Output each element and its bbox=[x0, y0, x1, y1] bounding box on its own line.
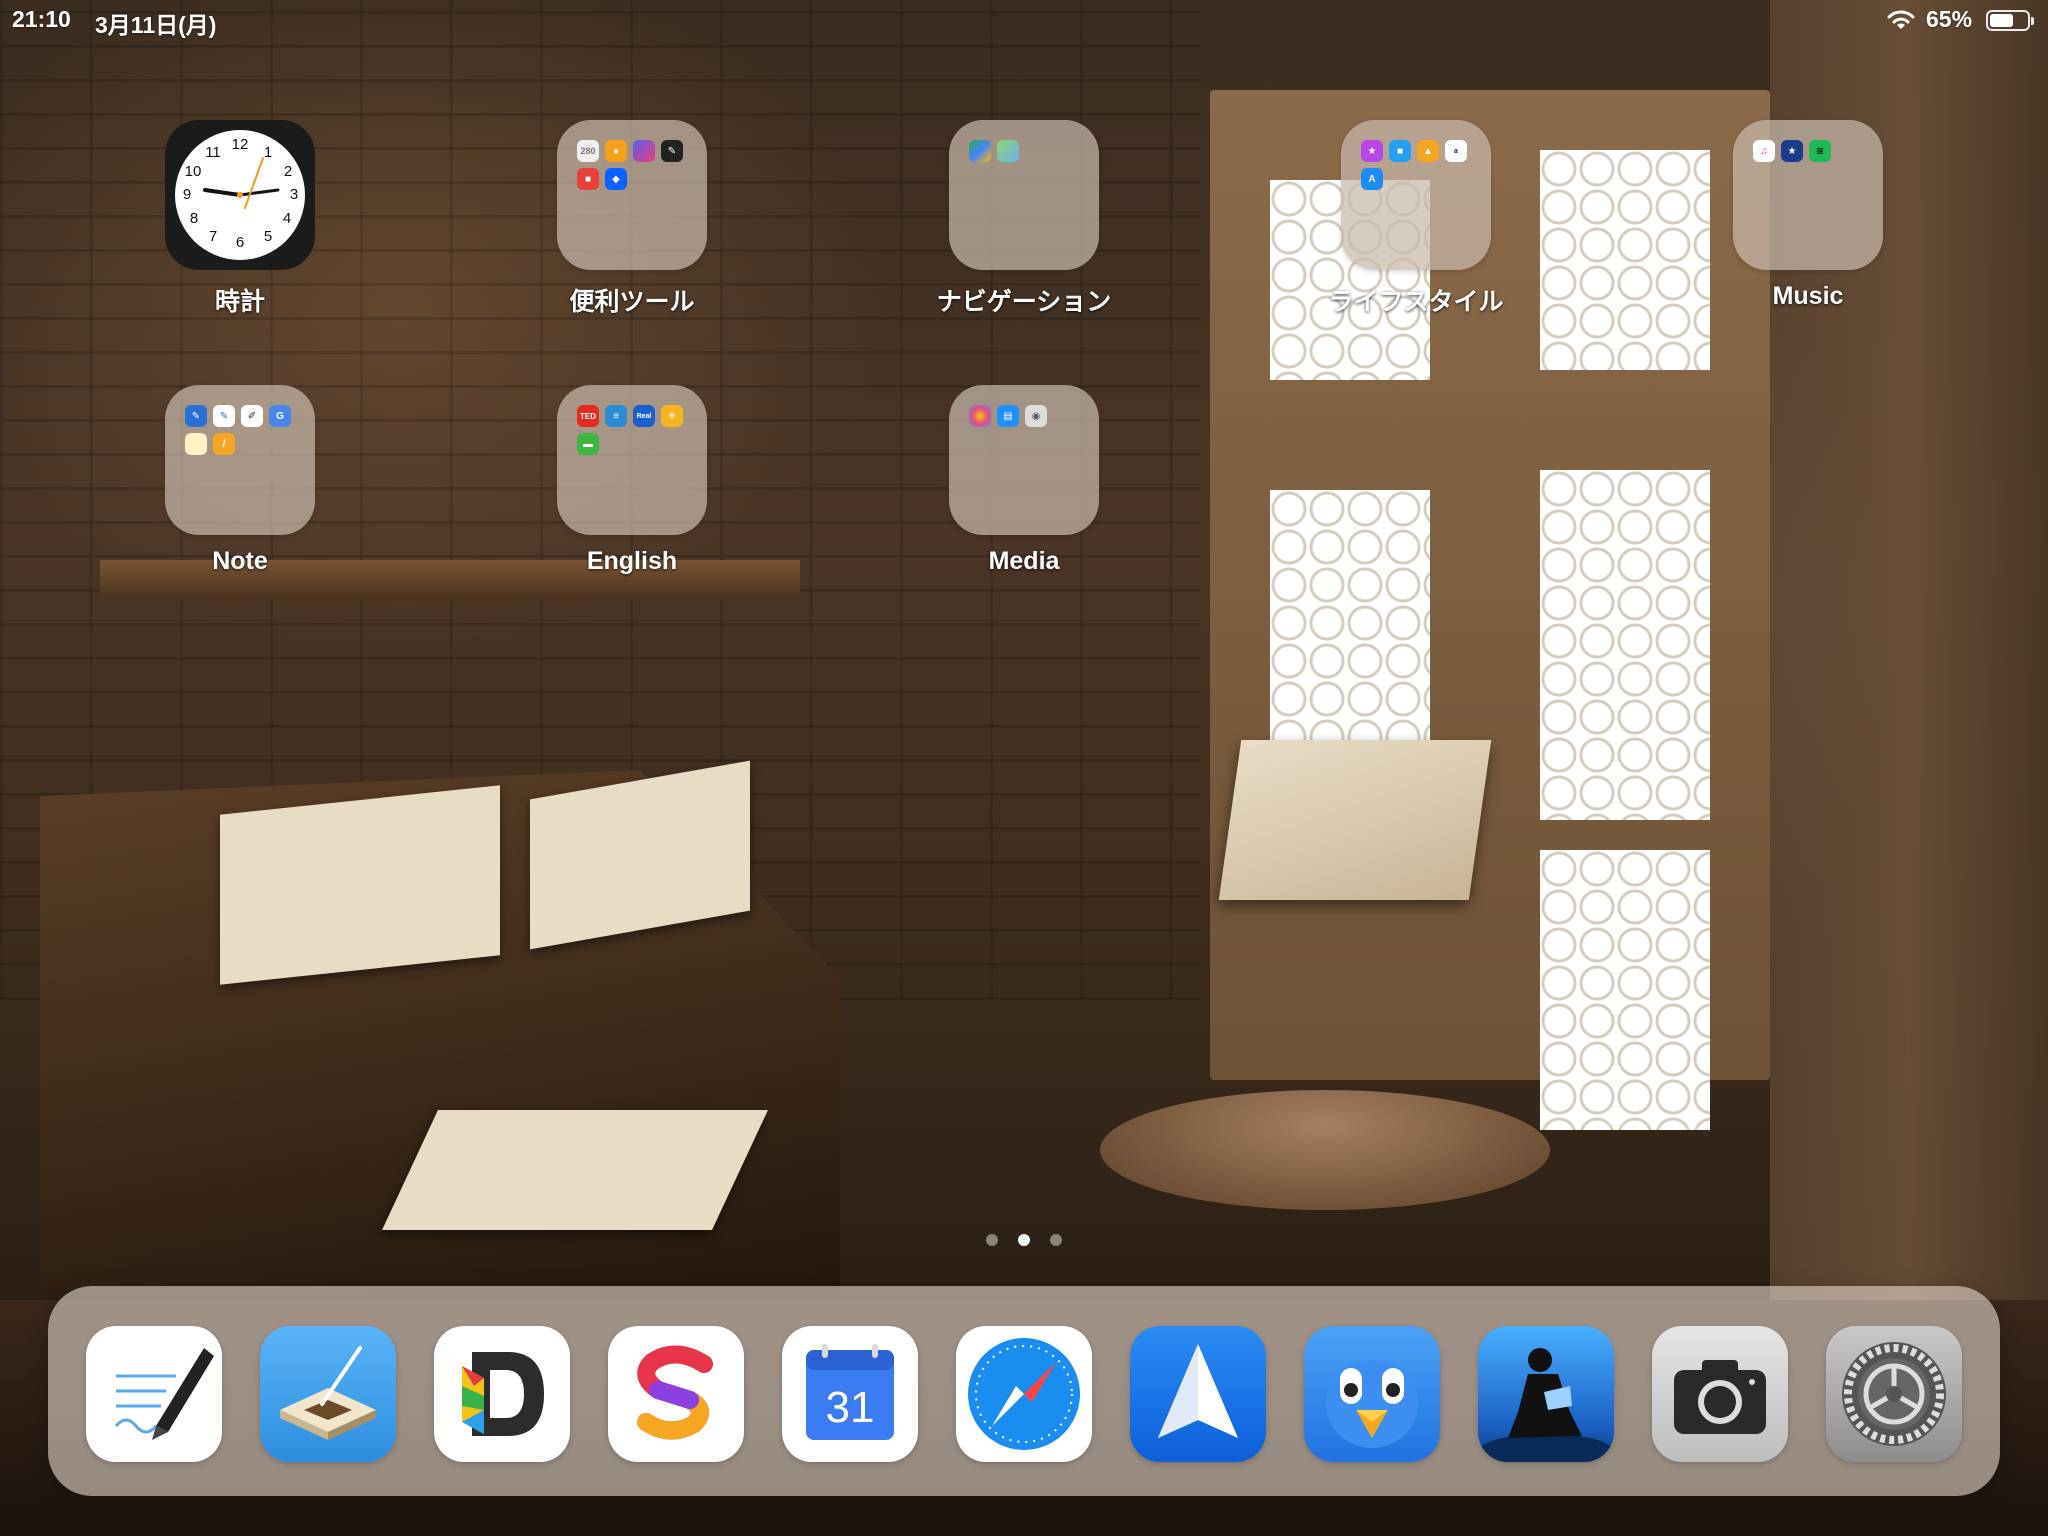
mini-app-green-icon: ▬ bbox=[577, 433, 599, 455]
page-dot-active[interactable] bbox=[1018, 1234, 1030, 1246]
mini-app-music-icon: ♫ bbox=[1753, 140, 1775, 162]
battery-percent: 65% bbox=[1926, 6, 1973, 32]
clock-icon[interactable]: 12 1 2 3 4 5 6 7 8 9 10 11 bbox=[165, 120, 315, 270]
mini-app-compass-icon: ✎ bbox=[661, 140, 683, 162]
app-label: Music bbox=[1772, 282, 1844, 310]
mini-app-google-maps-icon bbox=[969, 140, 991, 162]
status-bar: 21:10 3月11日(月) 65% bbox=[0, 0, 2048, 40]
folder-icon[interactable]: ★ ■ ▲ a A bbox=[1341, 120, 1491, 270]
window-pane bbox=[1540, 150, 1710, 370]
mini-app-star-icon: ★ bbox=[1781, 140, 1803, 162]
calendar-icon[interactable]: 31 bbox=[782, 1326, 918, 1462]
folder-note[interactable]: ✎ ✎ ✐ G / Note bbox=[140, 385, 340, 576]
page-indicator[interactable] bbox=[0, 1234, 2048, 1246]
status-date: 3月11日(月) bbox=[95, 12, 217, 38]
mini-app-280-icon: 280 bbox=[577, 140, 599, 162]
mini-app-app-store-icon: A bbox=[1361, 168, 1383, 190]
app-label: English bbox=[586, 547, 678, 575]
app-label: Media bbox=[988, 547, 1060, 575]
clock-face: 12 1 2 3 4 5 6 7 8 9 10 11 bbox=[175, 130, 305, 260]
folder-lifestyle[interactable]: ★ ■ ▲ a A ライフスタイル bbox=[1316, 120, 1516, 318]
mini-app-dropbox-icon: ◆ bbox=[605, 168, 627, 190]
page-dot[interactable] bbox=[1050, 1234, 1062, 1246]
wallpaper-open-book bbox=[220, 785, 500, 985]
page-dot[interactable] bbox=[986, 1234, 998, 1246]
app-clock[interactable]: 12 1 2 3 4 5 6 7 8 9 10 11 時計 bbox=[140, 120, 340, 318]
folder-media[interactable]: ▤ ◉ Media bbox=[924, 385, 1124, 576]
mini-app-red-icon: ■ bbox=[577, 168, 599, 190]
tweetbot-bird-icon[interactable] bbox=[1304, 1326, 1440, 1462]
wifi-icon bbox=[1887, 10, 1915, 29]
kindle-reader-icon[interactable] bbox=[1478, 1326, 1614, 1462]
window-pane bbox=[1540, 470, 1710, 820]
battery-tip bbox=[2031, 17, 2034, 25]
calendar-day-number: 31 bbox=[826, 1383, 875, 1432]
window-pane bbox=[1540, 850, 1710, 1130]
app-label: ライフスタイル bbox=[1328, 288, 1504, 316]
mini-app-shortcuts-icon bbox=[633, 140, 655, 162]
app-label: ナビゲーション bbox=[936, 288, 1112, 316]
mini-app-camera-icon: ◉ bbox=[1025, 405, 1047, 427]
clock-hands bbox=[203, 157, 280, 209]
mini-app-notes-icon bbox=[185, 433, 207, 455]
folder-icon[interactable] bbox=[949, 120, 1099, 270]
pen-notes-icon[interactable] bbox=[86, 1326, 222, 1462]
folder-music[interactable]: ♫ ★ ≋ Music bbox=[1708, 120, 1908, 311]
s-letter-app-icon[interactable] bbox=[608, 1326, 744, 1462]
folder-benri-tools[interactable]: 280 ● ✎ ■ ◆ 便利ツール bbox=[532, 120, 732, 318]
mini-app-maps-icon bbox=[997, 140, 1019, 162]
mini-app-amazon-icon: a bbox=[1445, 140, 1467, 162]
folder-icon[interactable]: ▤ ◉ bbox=[949, 385, 1099, 535]
folder-icon[interactable]: TED ≡ Real ☀ ▬ bbox=[557, 385, 707, 535]
wallpaper-lectern bbox=[1218, 740, 1492, 900]
mini-app-ted-icon: TED bbox=[577, 405, 599, 427]
spark-mail-icon[interactable] bbox=[1130, 1326, 1266, 1462]
folder-english[interactable]: TED ≡ Real ☀ ▬ English bbox=[532, 385, 732, 576]
folder-icon[interactable]: 280 ● ✎ ■ ◆ bbox=[557, 120, 707, 270]
mini-app-clips-icon: ▤ bbox=[997, 405, 1019, 427]
mini-app-real-icon: Real bbox=[633, 405, 655, 427]
wallpaper-open-book bbox=[382, 1110, 768, 1230]
mini-app-pen-icon: ✎ bbox=[185, 405, 207, 427]
mini-app-blue-icon: ■ bbox=[1389, 140, 1411, 162]
app-label: Note bbox=[212, 547, 268, 575]
folder-icon[interactable]: ✎ ✎ ✐ G / bbox=[165, 385, 315, 535]
documents-d-icon[interactable] bbox=[434, 1326, 570, 1462]
mini-app-orange-note-icon: / bbox=[213, 433, 235, 455]
mini-app-photos-icon bbox=[969, 405, 991, 427]
camera-icon[interactable] bbox=[1652, 1326, 1788, 1462]
mini-app-translate-icon: G bbox=[269, 405, 291, 427]
status-time: 21:10 bbox=[12, 6, 71, 32]
app-label: 便利ツール bbox=[569, 288, 695, 316]
mini-app-note-icon: ✎ bbox=[213, 405, 235, 427]
folder-navigation[interactable]: ナビゲーション bbox=[924, 120, 1124, 318]
wallpaper-round-table bbox=[1100, 1090, 1550, 1210]
app-label: 時計 bbox=[214, 288, 265, 316]
mini-app-sun-icon: ☀ bbox=[661, 405, 683, 427]
notebook-icon[interactable] bbox=[260, 1326, 396, 1462]
mini-app-pencil-icon: ✐ bbox=[241, 405, 263, 427]
mini-app-orange-icon: ▲ bbox=[1417, 140, 1439, 162]
mini-app-1password-icon: ● bbox=[605, 140, 627, 162]
battery-icon bbox=[1986, 10, 2030, 31]
mini-app-dictionary-icon: ≡ bbox=[605, 405, 627, 427]
mini-app-itunes-store-icon: ★ bbox=[1361, 140, 1383, 162]
dock: 31 bbox=[48, 1286, 2000, 1496]
mini-app-spotify-icon: ≋ bbox=[1809, 140, 1831, 162]
folder-icon[interactable]: ♫ ★ ≋ bbox=[1733, 120, 1883, 270]
settings-gear-icon[interactable] bbox=[1826, 1326, 1962, 1462]
safari-compass-icon[interactable] bbox=[956, 1326, 1092, 1462]
